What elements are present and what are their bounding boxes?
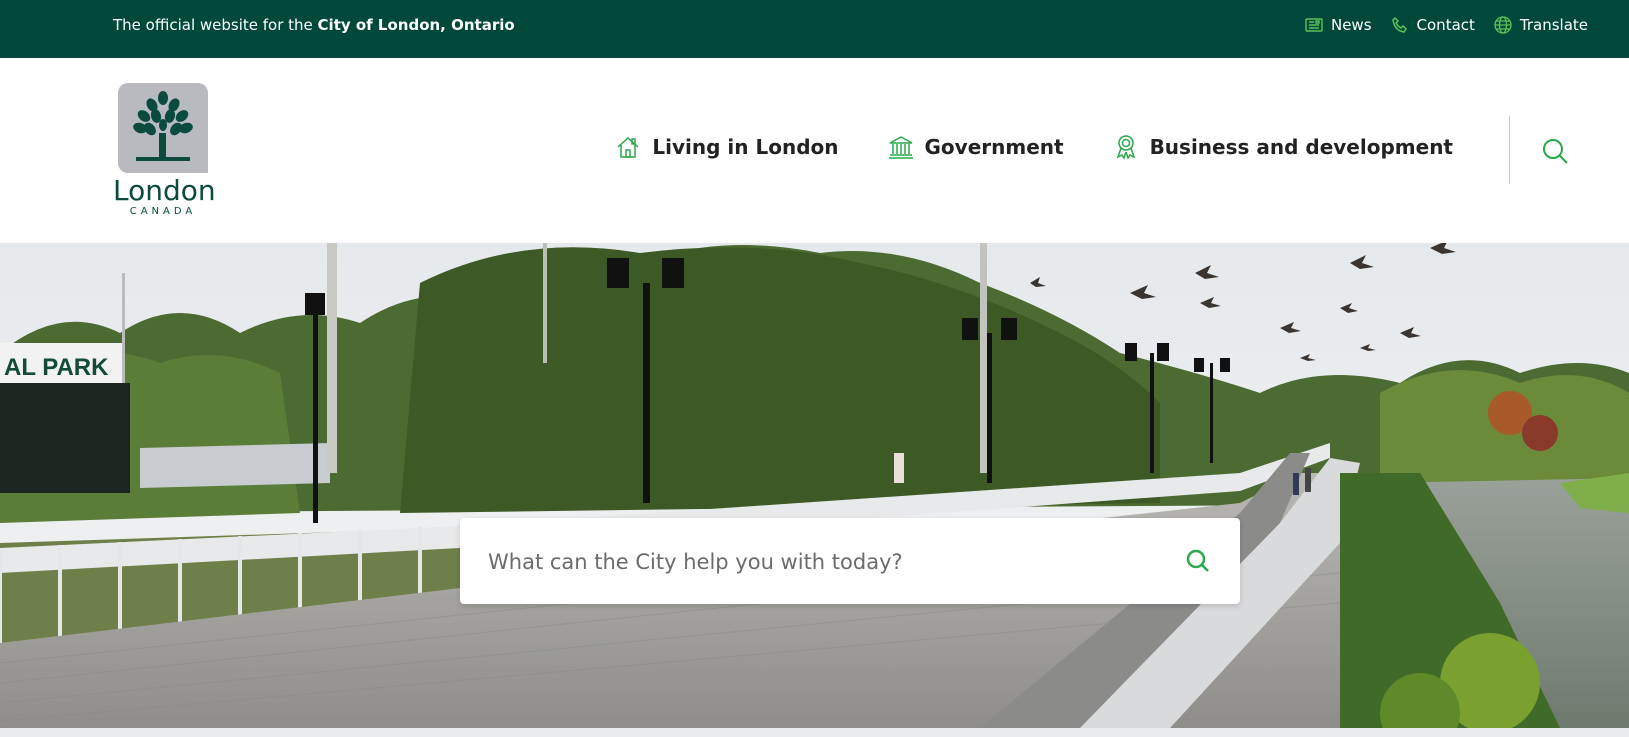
nav-government[interactable]: Government bbox=[887, 133, 1064, 161]
hero-photo: AL PARK bbox=[0, 243, 1629, 728]
translate-link-label: Translate bbox=[1519, 16, 1588, 34]
tree-logo-mark bbox=[118, 83, 208, 173]
contact-link-label: Contact bbox=[1416, 16, 1475, 34]
park-sign-text: AL PARK bbox=[4, 354, 109, 381]
translate-link[interactable]: Translate bbox=[1493, 15, 1588, 35]
contact-link[interactable]: Contact bbox=[1390, 15, 1475, 35]
top-bar: The official website for the City of Lon… bbox=[0, 0, 1629, 58]
news-link-label: News bbox=[1330, 16, 1372, 34]
nav-business-and-development[interactable]: Business and development bbox=[1112, 133, 1453, 161]
site-header: London CANADA Living in London Governmen… bbox=[0, 58, 1629, 243]
search-submit-icon[interactable] bbox=[1184, 547, 1212, 575]
search-toggle-icon[interactable] bbox=[1540, 136, 1570, 166]
globe-icon bbox=[1494, 16, 1512, 34]
search-box bbox=[460, 518, 1240, 604]
phone-icon bbox=[1391, 16, 1407, 33]
official-notice-city: City of London, Ontario bbox=[317, 16, 515, 34]
tree-icon bbox=[133, 91, 193, 161]
logo-subtitle: CANADA bbox=[129, 206, 197, 217]
newspaper-icon bbox=[1305, 18, 1323, 32]
nav-living-in-london[interactable]: Living in London bbox=[614, 133, 839, 161]
hero-banner: AL PARK bbox=[0, 243, 1629, 728]
nav-government-label: Government bbox=[924, 135, 1064, 159]
header-divider bbox=[1509, 116, 1510, 184]
award-icon bbox=[1116, 135, 1135, 160]
city-hall-icon bbox=[888, 136, 913, 159]
news-link[interactable]: News bbox=[1304, 15, 1372, 35]
hero-bottom-strip bbox=[0, 728, 1629, 737]
utility-links: News Contact Translate bbox=[1304, 15, 1588, 35]
main-nav: Living in London Government Business and… bbox=[614, 133, 1453, 161]
official-notice-prefix: The official website for the bbox=[113, 16, 318, 34]
nav-living-in-london-label: Living in London bbox=[652, 135, 839, 159]
house-icon bbox=[617, 136, 639, 158]
nav-business-and-development-label: Business and development bbox=[1149, 135, 1453, 159]
search-input[interactable] bbox=[486, 542, 1150, 582]
logo-wordmark: London bbox=[113, 174, 216, 207]
city-logo[interactable]: London CANADA bbox=[113, 83, 216, 217]
official-notice: The official website for the City of Lon… bbox=[113, 16, 515, 34]
